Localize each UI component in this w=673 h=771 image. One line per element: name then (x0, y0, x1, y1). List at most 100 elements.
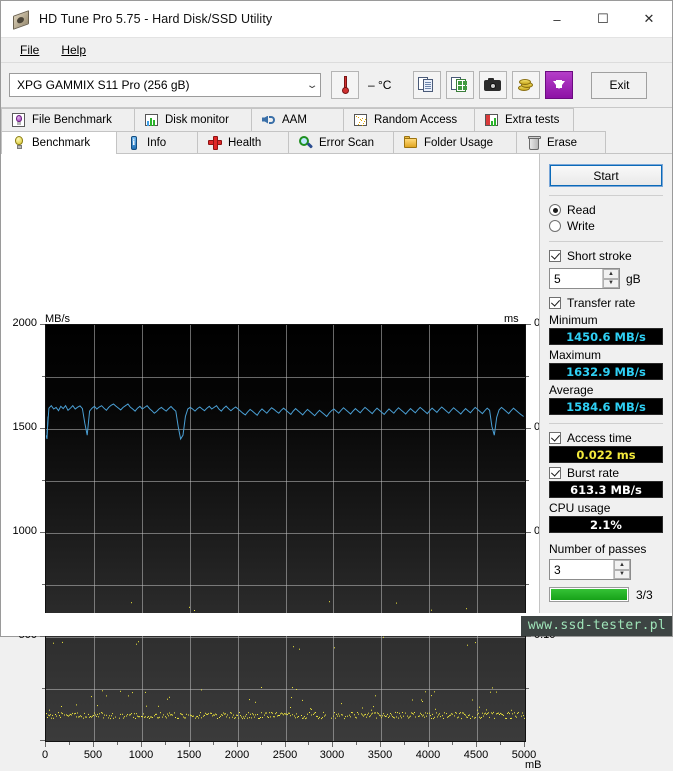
burst-rate-label: Burst rate (567, 466, 619, 480)
tab-disk-monitor[interactable]: Disk monitor (134, 108, 252, 131)
menu-item-help[interactable]: Help (50, 40, 97, 60)
y2-tick-minor (526, 480, 529, 481)
download-button[interactable] (545, 71, 573, 99)
thermometer-icon (342, 76, 349, 94)
x-tick (332, 742, 333, 747)
bar-chart-icon (145, 113, 159, 128)
x-tick-minor (117, 742, 118, 745)
menu-bar: File Help (1, 38, 672, 63)
menu-file-label: File (20, 43, 39, 57)
x-tick-minor (261, 742, 262, 745)
series-layer (46, 325, 525, 741)
tab-benchmark[interactable]: Benchmark (1, 131, 117, 154)
x-tick (285, 742, 286, 747)
x-tick (45, 742, 46, 747)
tab-error-scan[interactable]: Error Scan (288, 131, 394, 154)
x-tick-minor (165, 742, 166, 745)
tab-health[interactable]: Health (197, 131, 289, 154)
tab-benchmark-label: Benchmark (32, 137, 90, 149)
status-bar: www.ssd-tester.pl (1, 613, 672, 636)
tab-health-label: Health (228, 137, 261, 149)
drive-selector[interactable]: XPG GAMMIX S11 Pro (256 gB) ⌄ (9, 73, 321, 97)
down-arrow-icon (553, 81, 565, 89)
y-tick-minor (42, 376, 45, 377)
window-controls: – ☐ ✕ (534, 1, 672, 37)
tab-info[interactable]: Info (116, 131, 198, 154)
close-button[interactable]: ✕ (626, 1, 672, 37)
burst-rate-value: 613.3 MB/s (549, 481, 663, 498)
screenshot-button[interactable] (479, 71, 507, 99)
y-tick (40, 740, 45, 741)
tab-random-access[interactable]: Random Access (343, 108, 475, 131)
exit-button[interactable]: Exit (591, 72, 647, 99)
tab-folder-usage-label: Folder Usage (424, 137, 493, 149)
export-spreadsheet-button[interactable] (446, 71, 474, 99)
tab-erase[interactable]: Erase (516, 131, 606, 154)
passes-up-button[interactable]: ▲ (614, 560, 630, 570)
y-tick-label: 2000 (0, 317, 37, 329)
y-tick-minor (42, 688, 45, 689)
x-tick-label: 5000 (501, 749, 547, 761)
tab-info-label: Info (147, 137, 166, 149)
copy-to-clipboard-button[interactable] (413, 71, 441, 99)
radio-read-indicator (549, 204, 561, 216)
checkbox-burst-rate[interactable]: Burst rate (549, 466, 663, 480)
passes-label: Number of passes (549, 542, 663, 556)
y-tick (40, 324, 45, 325)
checkbox-transfer-rate[interactable]: Transfer rate (549, 296, 663, 310)
x-tick-minor (404, 742, 405, 745)
progress-bar (549, 587, 629, 602)
progress-text: 3/3 (636, 588, 653, 602)
passes-value: 3 (550, 563, 561, 577)
passes-down-button[interactable]: ▼ (614, 570, 630, 580)
register-button[interactable] (512, 71, 540, 99)
tab-file-benchmark[interactable]: File Benchmark (1, 108, 135, 131)
short-stroke-stepper[interactable]: 5 ▲ ▼ (549, 268, 620, 289)
stepper-up-button[interactable]: ▲ (603, 269, 619, 279)
x-tick-minor (500, 742, 501, 745)
window-title: HD Tune Pro 5.75 - Hard Disk/SSD Utility (39, 12, 272, 26)
control-panel: Start Read Write Short stroke 5 ▲ (539, 154, 672, 613)
transfer-rate-line (47, 404, 524, 439)
divider (549, 241, 663, 242)
checkbox-short-stroke[interactable]: Short stroke (549, 249, 663, 263)
checkbox-access-time[interactable]: Access time (549, 431, 663, 445)
stepper-buttons: ▲ ▼ (602, 269, 619, 288)
start-button[interactable]: Start (549, 164, 663, 187)
y-tick-label: 1500 (0, 421, 37, 433)
access-time-label: Access time (567, 431, 632, 445)
tab-extra-tests-label: Extra tests (505, 114, 559, 126)
radio-write[interactable]: Write (549, 219, 663, 233)
tab-extra-tests[interactable]: Extra tests (474, 108, 574, 131)
short-stroke-value: 5 (550, 272, 561, 286)
magnifier-icon (299, 136, 313, 151)
folder-icon (404, 136, 418, 151)
average-value: 1584.6 MB/s (549, 398, 663, 415)
x-tick-label: 4500 (453, 749, 499, 761)
x-tick-label: 4000 (405, 749, 451, 761)
menu-item-file[interactable]: File (9, 40, 50, 60)
maximize-button[interactable]: ☐ (580, 1, 626, 37)
stepper-down-button[interactable]: ▼ (603, 279, 619, 289)
tab-file-benchmark-label: File Benchmark (32, 114, 112, 126)
scatter-icon (354, 113, 368, 128)
x-tick-label: 1500 (166, 749, 212, 761)
tab-aam[interactable]: AAM (251, 108, 344, 131)
y2-tick (526, 324, 531, 325)
minimize-button[interactable]: – (534, 1, 580, 37)
temperature-button[interactable] (331, 71, 359, 99)
tab-folder-usage[interactable]: Folder Usage (393, 131, 517, 154)
x-tick (237, 742, 238, 747)
toolbar: XPG GAMMIX S11 Pro (256 gB) ⌄ – °C Exit (1, 63, 672, 108)
passes-stepper-buttons: ▲ ▼ (613, 560, 630, 579)
access-time-checkbox-indicator (549, 432, 561, 444)
radio-read[interactable]: Read (549, 203, 663, 217)
y-tick-label: 1000 (0, 525, 37, 537)
tab-aam-label: AAM (282, 114, 307, 126)
y-tick (40, 532, 45, 533)
x-tick-label: 2500 (262, 749, 308, 761)
passes-stepper[interactable]: 3 ▲ ▼ (549, 559, 631, 580)
cpu-usage-value: 2.1% (549, 516, 663, 533)
short-stroke-unit: gB (626, 272, 641, 286)
divider (549, 195, 663, 196)
